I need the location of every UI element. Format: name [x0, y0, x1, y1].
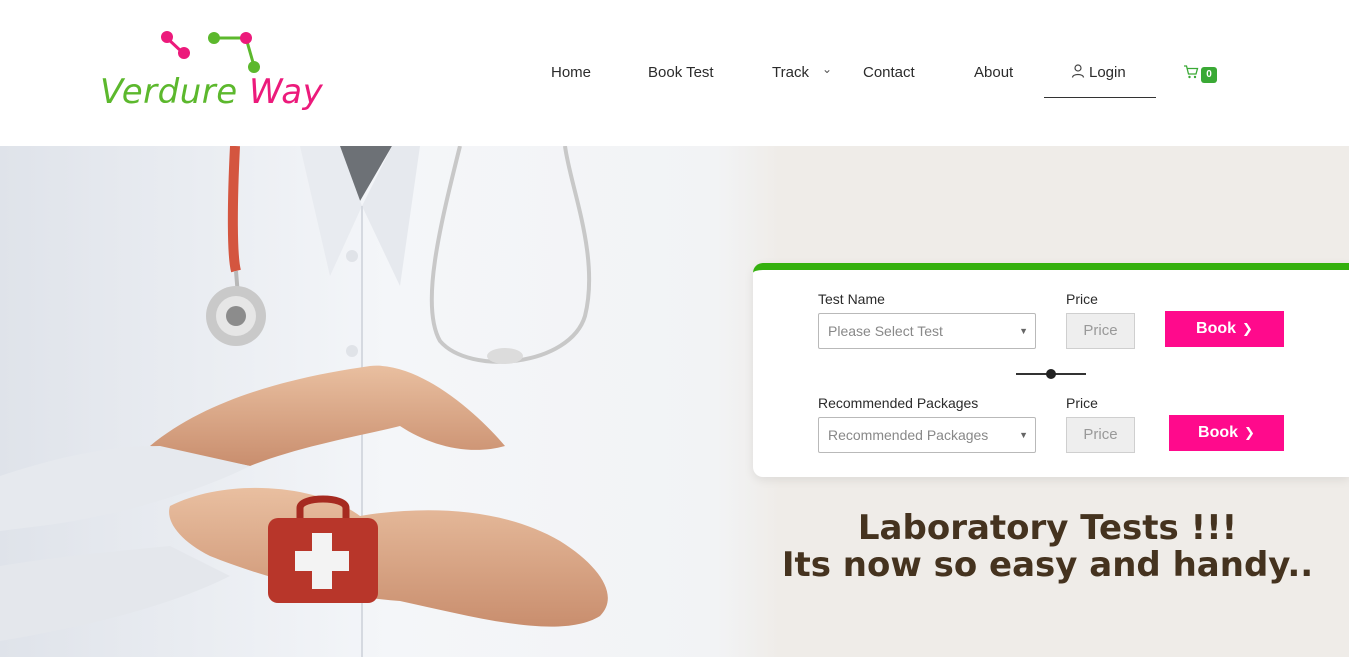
- user-icon: [1071, 64, 1085, 78]
- brand-name-part2: Way: [249, 72, 324, 112]
- test-price-label: Price: [1066, 291, 1098, 307]
- test-select[interactable]: Please Select Test ▼: [818, 313, 1036, 349]
- chevron-right-icon: ❯: [1244, 425, 1255, 440]
- caret-down-icon: ▼: [1019, 326, 1028, 336]
- booking-card: Test Name Please Select Test ▼ Price Pri…: [753, 263, 1349, 477]
- book-package-label: Book: [1198, 424, 1239, 441]
- login-underline: [1044, 97, 1156, 98]
- headline-line1: Laboratory Tests !!!: [857, 508, 1238, 548]
- nav-home[interactable]: Home: [551, 64, 591, 81]
- nav-track[interactable]: Track ⌄: [772, 62, 832, 81]
- nav-about[interactable]: About: [974, 64, 1013, 81]
- package-select-placeholder: Recommended Packages: [828, 427, 989, 443]
- chevron-right-icon: ❯: [1242, 321, 1253, 336]
- hero-banner: Test Name Please Select Test ▼ Price Pri…: [0, 146, 1349, 657]
- package-select[interactable]: Recommended Packages ▼: [818, 417, 1036, 453]
- headline-line2: Its now so easy and handy..: [781, 545, 1314, 585]
- nav-track-label: Track: [772, 64, 809, 81]
- nav-contact[interactable]: Contact: [863, 64, 915, 81]
- book-test-label: Book: [1196, 320, 1237, 337]
- nav-login-label: Login: [1089, 64, 1126, 81]
- package-label: Recommended Packages: [818, 395, 979, 411]
- site-header: Verdure Way Home Book Test Track ⌄ Contac…: [0, 0, 1349, 146]
- package-price-label: Price: [1066, 395, 1098, 411]
- book-package-button[interactable]: Book ❯: [1169, 415, 1284, 451]
- cart-count-badge: 0: [1201, 67, 1217, 83]
- test-price-field: Price: [1066, 313, 1135, 349]
- cart-icon: [1184, 65, 1199, 79]
- hero-headline: Laboratory Tests !!! Its now so easy and…: [760, 510, 1335, 584]
- brand-wordmark: Verdure Way: [100, 72, 323, 112]
- divider-dot: [1046, 369, 1056, 379]
- doctor-hero-image: [0, 146, 780, 657]
- caret-down-icon: ▼: [1019, 430, 1028, 440]
- chevron-down-icon: ⌄: [822, 62, 833, 76]
- cart-button[interactable]: 0: [1183, 64, 1217, 85]
- book-test-button[interactable]: Book ❯: [1165, 311, 1284, 347]
- nav-login[interactable]: Login: [1071, 64, 1126, 81]
- test-select-placeholder: Please Select Test: [828, 323, 943, 339]
- package-price-field: Price: [1066, 417, 1135, 453]
- nav-book-test[interactable]: Book Test: [648, 64, 714, 81]
- test-name-label: Test Name: [818, 291, 885, 307]
- brand-logo[interactable]: Verdure Way: [96, 26, 346, 121]
- brand-name-part1: Verdure: [100, 72, 238, 112]
